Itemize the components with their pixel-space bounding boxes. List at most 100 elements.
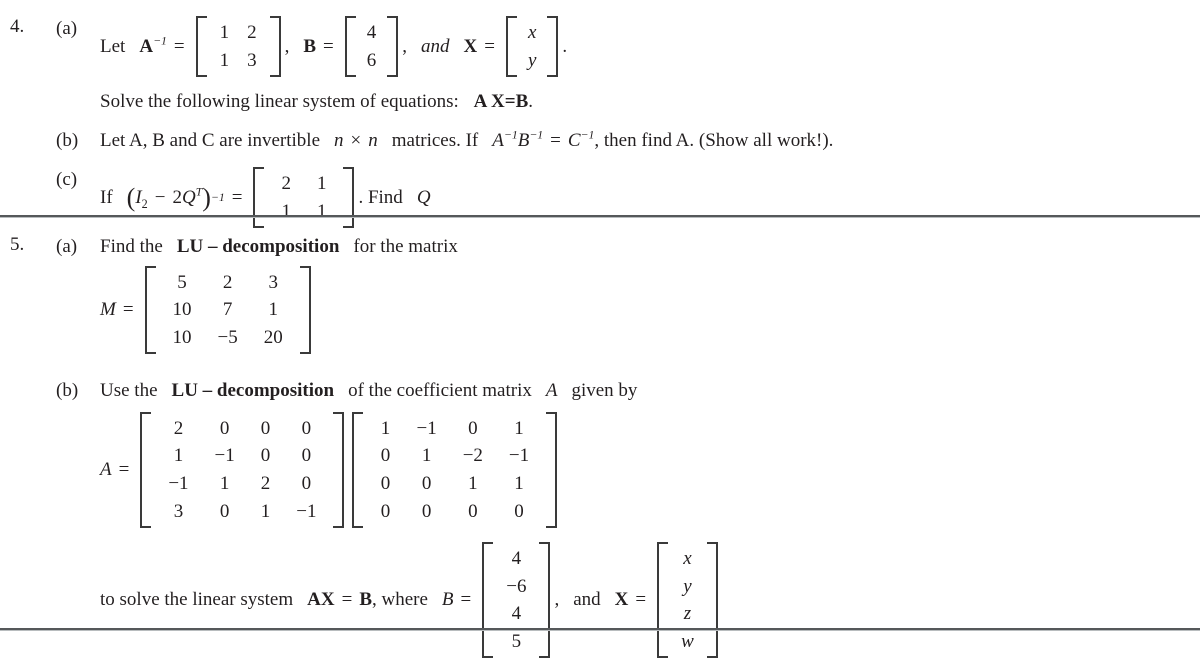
variable-A: A bbox=[545, 380, 558, 402]
equals-sign-1: = bbox=[173, 35, 185, 57]
matrix-A-inverse: 1 2 1 3 bbox=[195, 16, 281, 78]
page-bottom-rule bbox=[0, 628, 1200, 631]
lu-decomposition-term: LU – decomposition bbox=[176, 236, 340, 257]
matrix-M-label: M bbox=[100, 299, 116, 321]
part-a-continuation: Solve the following linear system of equ… bbox=[100, 89, 1200, 115]
part-b-text-2: matrices. If bbox=[391, 129, 479, 151]
matrix-M-container: M = 5 2 3 10 7 1 10 −5 20 bbox=[100, 265, 1200, 355]
bracket-left-icon bbox=[657, 542, 669, 658]
bracket-left-icon bbox=[195, 16, 207, 78]
matrix-cell: 0 bbox=[380, 500, 391, 522]
matrix-cell: 0 bbox=[260, 417, 271, 439]
comma-2: , bbox=[402, 35, 408, 57]
matrix-cell: 0 bbox=[301, 417, 312, 439]
matrix-cell: −1 bbox=[214, 445, 235, 467]
matrix-cells: 1 −1 0 1 0 1 −2 −1 0 0 1 1 0 0 0 0 bbox=[365, 412, 544, 528]
matrix-cell: 1 bbox=[268, 299, 279, 321]
equals-sign: = bbox=[118, 459, 130, 481]
matrix-cell: 10 bbox=[172, 299, 192, 321]
matrix-cell: 0 bbox=[219, 500, 230, 522]
coefficient-2: 2 bbox=[172, 187, 182, 209]
text-post: given by bbox=[571, 380, 638, 402]
equals-sign-2: = bbox=[460, 589, 472, 611]
matrix-X: x y bbox=[505, 16, 559, 78]
matrix-cell: 1 bbox=[281, 200, 291, 222]
part-a-equation-row: Let A−1 = 1 2 1 3 , B = 4 6 , and X = x … bbox=[100, 16, 1200, 78]
matrix-cell: 1 bbox=[380, 417, 391, 439]
matrix-cell: 0 bbox=[260, 445, 271, 467]
matrix-X-vector: x y z w bbox=[657, 542, 718, 658]
matrix-cell: y bbox=[683, 575, 692, 597]
text-pre: Find the bbox=[100, 236, 163, 257]
tail-and-word: and bbox=[573, 589, 601, 611]
matrix-cell: 6 bbox=[366, 49, 377, 71]
bracket-right-icon bbox=[269, 16, 281, 78]
matrix-cells: 2 0 0 0 1 −1 0 0 −1 1 2 0 3 0 1 −1 bbox=[153, 412, 331, 528]
lu-decomposition-term: LU – decomposition bbox=[171, 380, 335, 402]
bracket-right-icon bbox=[343, 167, 355, 229]
matrix-cell: x bbox=[527, 22, 537, 43]
matrix-cells: 1 2 1 3 bbox=[209, 16, 268, 77]
bracket-left-icon bbox=[352, 411, 364, 529]
bracket-left-icon bbox=[144, 265, 156, 355]
matrix-cell: 3 bbox=[247, 49, 257, 71]
bold-B: B bbox=[359, 589, 372, 611]
text-mid: of the coefficient matrix bbox=[348, 380, 532, 402]
matrix-cell: 1 bbox=[421, 445, 432, 467]
exponent-neg-one: −1 bbox=[153, 34, 167, 48]
part-c-text-1: If bbox=[100, 187, 113, 209]
part-label-b: (b) bbox=[56, 380, 79, 402]
matrix-c: 2 1 1 1 bbox=[253, 167, 355, 229]
problem-4-part-b: (b) Let A, B and C are invertible n × n … bbox=[0, 128, 1200, 154]
matrix-cell: 2 bbox=[173, 417, 184, 439]
part-a-body: Find the LU – decomposition for the matr… bbox=[100, 234, 1200, 260]
part-b-text-row: Let A, B and C are invertible n × n matr… bbox=[100, 128, 1200, 154]
solve-system-line: to solve the linear system AX = B , wher… bbox=[100, 542, 1200, 658]
matrix-cell: −1 bbox=[416, 417, 437, 439]
matrix-A-factorization: A = 2 0 0 0 1 −1 0 0 −1 1 2 0 3 0 1 −1 1… bbox=[100, 411, 1200, 529]
comma-1: , bbox=[284, 35, 290, 57]
variable-n-2: n bbox=[368, 129, 378, 151]
matrix-cell: 1 bbox=[260, 500, 271, 522]
matrix-cell: 3 bbox=[268, 271, 279, 293]
matrix-cell: 4 bbox=[366, 22, 377, 43]
continuation-period: . bbox=[528, 91, 533, 113]
matrix-cell: 1 bbox=[219, 473, 230, 495]
equals-sign-3: = bbox=[635, 589, 647, 611]
matrix-cell: x bbox=[683, 548, 692, 570]
symbol-Q-transpose: QT bbox=[181, 185, 203, 209]
matrix-A-row: A = 2 0 0 0 1 −1 0 0 −1 1 2 0 3 0 1 −1 1… bbox=[100, 411, 1200, 529]
matrix-cell: 2 bbox=[281, 173, 291, 195]
variable-n-1: n bbox=[334, 129, 344, 151]
problem-4: 4. (a) Let A−1 = 1 2 1 3 , B = 4 6 , and… bbox=[0, 16, 1200, 229]
matrix-cell: 1 bbox=[468, 473, 478, 495]
matrix-cells: 5 2 3 10 7 1 10 −5 20 bbox=[158, 266, 298, 355]
part-c-text-2: . Find bbox=[358, 187, 403, 209]
matrix-cell: w bbox=[681, 630, 694, 652]
bracket-left-icon bbox=[253, 167, 265, 229]
part-b-text-row: Use the LU – decomposition of the coeffi… bbox=[100, 378, 1200, 404]
problem-5-part-a: (a) Find the LU – decomposition for the … bbox=[0, 234, 1200, 260]
matrix-cell: 3 bbox=[173, 500, 184, 522]
matrix-cells: x y z w bbox=[670, 542, 705, 658]
bold-AX: AX bbox=[307, 589, 335, 611]
bracket-right-icon bbox=[547, 16, 559, 78]
part-c-body: If ( I2 − 2 QT ) −1 = 2 1 1 1 . Find Q bbox=[100, 167, 1200, 229]
bracket-left-icon bbox=[482, 542, 494, 658]
bracket-right-icon bbox=[539, 542, 551, 658]
matrix-cell: 1 bbox=[219, 22, 230, 43]
matrix-cells: 2 1 1 1 bbox=[266, 167, 341, 228]
continuation-text: Solve the following linear system of equ… bbox=[100, 91, 459, 113]
equals-sign: = bbox=[122, 299, 134, 321]
matrix-U: 1 −1 0 1 0 1 −2 −1 0 0 1 1 0 0 0 0 bbox=[352, 411, 558, 529]
bracket-right-icon bbox=[387, 16, 399, 78]
matrix-cell: 0 bbox=[380, 445, 391, 467]
matrix-cells: 4 −6 4 5 bbox=[495, 542, 537, 658]
part-label-b: (b) bbox=[56, 129, 79, 151]
part-label-a: (a) bbox=[56, 236, 78, 257]
bracket-right-icon bbox=[333, 411, 345, 529]
part-a-text-row: Find the LU – decomposition for the matr… bbox=[100, 234, 1200, 260]
symbol-X: X bbox=[463, 35, 478, 57]
paren-close: ) bbox=[202, 182, 211, 212]
equals-sign: = bbox=[231, 187, 243, 209]
